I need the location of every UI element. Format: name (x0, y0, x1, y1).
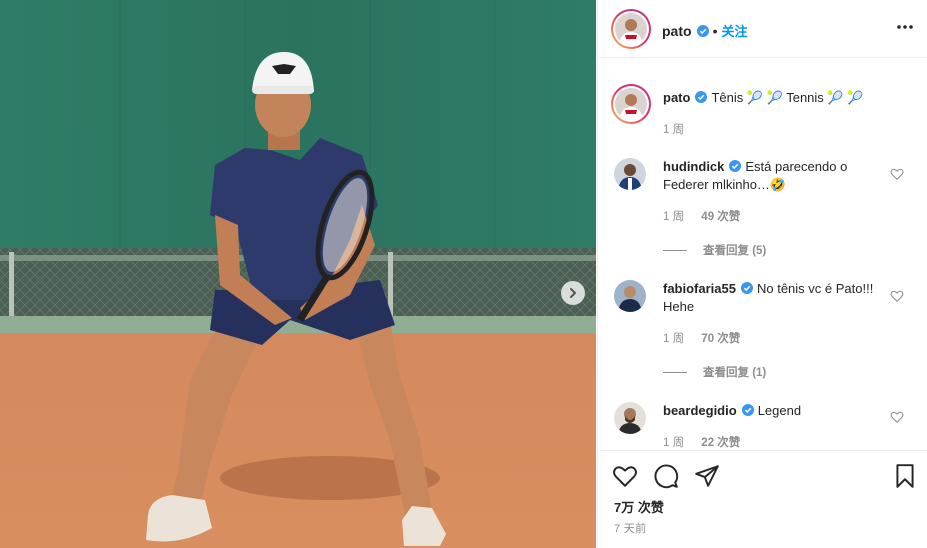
tennis-player-image (0, 0, 596, 548)
avatar-photo-icon (614, 280, 646, 312)
comment-time[interactable]: 1 周 (663, 211, 684, 223)
author-username[interactable]: pato (662, 23, 692, 39)
more-options-icon[interactable] (895, 17, 915, 37)
view-replies-button[interactable]: 查看回复 (5) (663, 242, 766, 258)
comment-time[interactable]: 1 周 (663, 437, 684, 449)
view-replies-label: 查看回复 (5) (703, 245, 767, 257)
verified-badge-icon (741, 404, 754, 416)
view-replies-label: 查看回复 (1) (703, 367, 767, 379)
share-icon[interactable] (694, 463, 720, 489)
verified-badge-icon (740, 282, 753, 294)
comments-list[interactable]: pato Tênis 🎾 🎾 Tennis 🎾 🎾 1 周 hudindick Es… (598, 70, 927, 450)
comment-username[interactable]: beardegidio (663, 403, 737, 418)
chevron-right-icon (570, 288, 576, 298)
heart-icon[interactable] (890, 410, 904, 424)
comment-username[interactable]: fabiofaria55 (663, 281, 736, 296)
follow-button[interactable]: 关注 (721, 21, 747, 40)
comment-likes[interactable]: 70 次赞 (701, 333, 740, 345)
verified-badge-icon (696, 24, 709, 37)
avatar-photo-icon (614, 402, 646, 434)
comment-text: Legend (757, 403, 802, 418)
caption-avatar[interactable] (611, 84, 651, 124)
heart-icon[interactable] (890, 167, 904, 181)
author-avatar[interactable] (611, 9, 651, 49)
avatar-photo-icon (614, 158, 646, 190)
replies-divider (663, 371, 687, 373)
verified-badge-icon (729, 160, 742, 172)
post-actions: 7万 次赞 7 天前 (598, 450, 927, 548)
post-side-panel: pato • 关注 pato Tênis 🎾 🎾 Tennis 🎾 🎾 1 周 … (597, 0, 927, 548)
replies-divider (663, 249, 687, 251)
commenter-avatar[interactable] (614, 280, 646, 312)
comment-likes[interactable]: 49 次赞 (701, 211, 740, 223)
verified-badge-icon (695, 91, 708, 103)
next-photo-button[interactable] (561, 281, 585, 305)
comment-icon[interactable] (653, 463, 679, 489)
separator-dot: • (712, 22, 718, 39)
post-timestamp[interactable]: 7 天前 (614, 520, 646, 536)
comment-likes[interactable]: 22 次赞 (701, 437, 740, 449)
comment-time[interactable]: 1 周 (663, 333, 684, 345)
bookmark-icon[interactable] (892, 463, 918, 489)
comment-username[interactable]: hudindick (663, 159, 724, 174)
avatar-photo-icon (615, 88, 647, 120)
caption-username[interactable]: pato (663, 90, 690, 105)
post-photo[interactable] (0, 0, 596, 548)
heart-icon[interactable] (890, 289, 904, 303)
likes-count[interactable]: 7万 次赞 (614, 497, 664, 516)
view-replies-button[interactable]: 查看回复 (1) (663, 364, 766, 380)
avatar-photo-icon (615, 13, 647, 45)
commenter-avatar[interactable] (614, 158, 646, 190)
caption-text: Tênis 🎾 🎾 Tennis 🎾 🎾 (711, 90, 864, 105)
heart-icon[interactable] (612, 463, 638, 489)
caption-time[interactable]: 1 周 (663, 124, 684, 136)
post-header: pato • 关注 (598, 0, 927, 58)
commenter-avatar[interactable] (614, 402, 646, 434)
